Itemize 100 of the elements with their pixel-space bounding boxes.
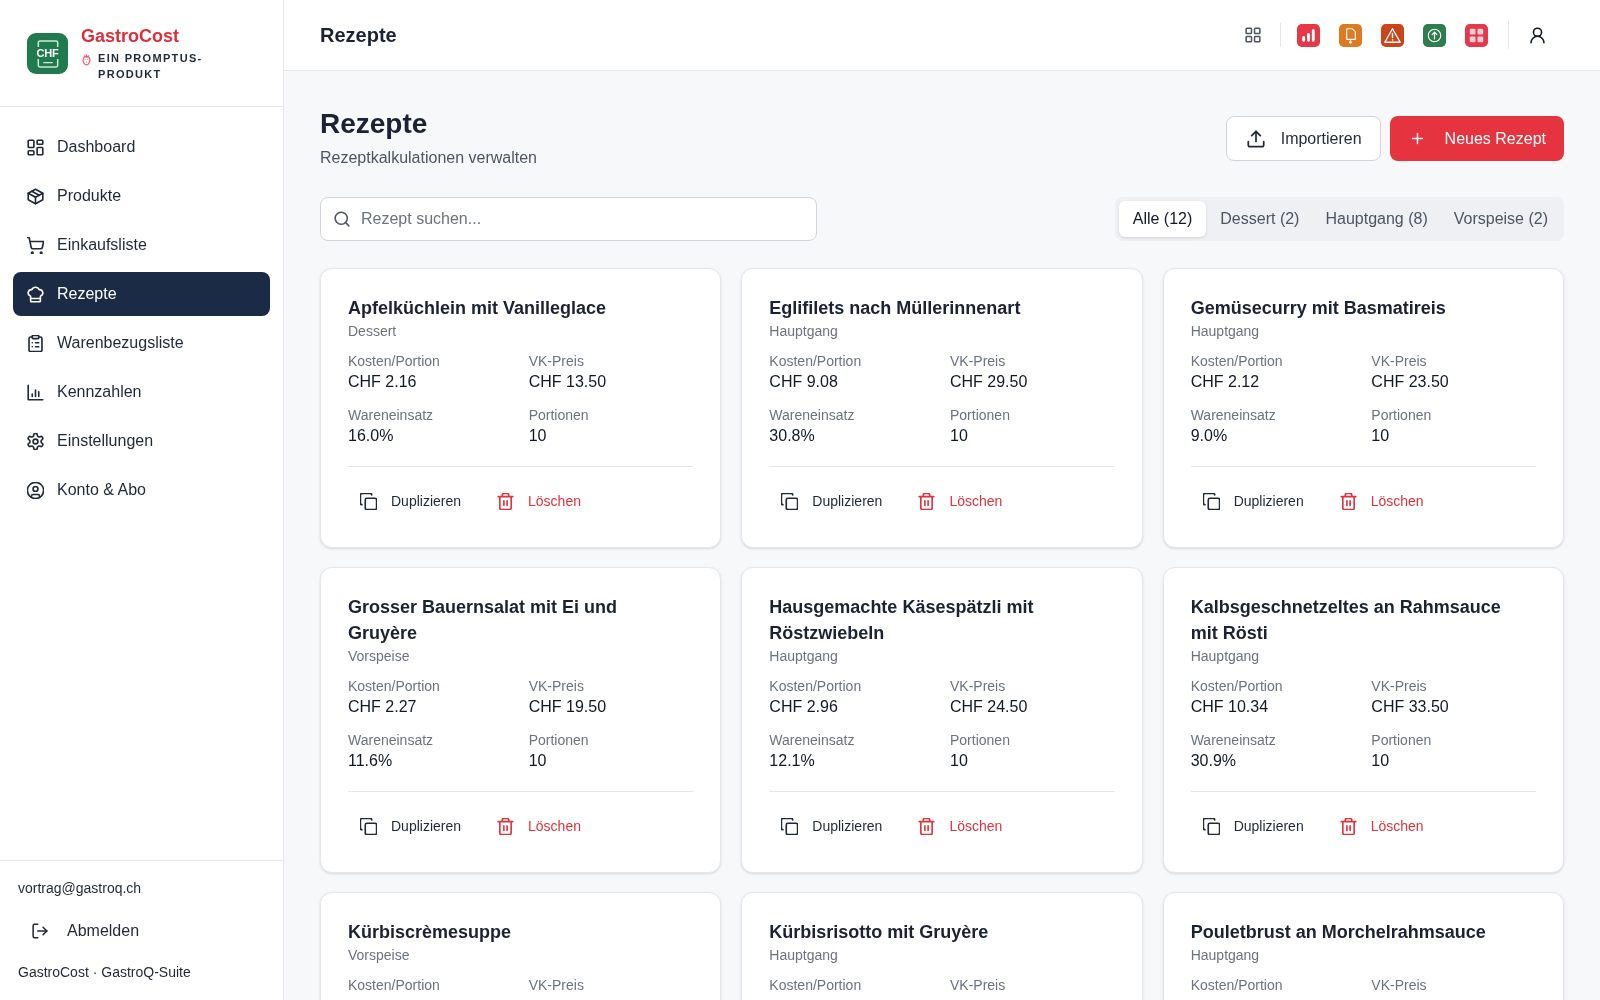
bar-chart-icon xyxy=(27,383,44,401)
sidebar-item[interactable]: Rezepte xyxy=(13,272,270,316)
search-field[interactable]: Rezept suchen... xyxy=(320,197,817,241)
duplicate-button[interactable]: Duplizieren xyxy=(348,483,474,519)
stat-value: 30.9% xyxy=(1190,751,1238,771)
sidebar-item[interactable]: Produkte xyxy=(13,174,270,218)
stat-value: CHF 23.50 xyxy=(1371,372,1450,392)
sidebar-item[interactable]: Dashboard xyxy=(13,125,270,169)
strawberry-icon xyxy=(81,52,92,66)
chef-hat-icon xyxy=(27,285,44,303)
duplicate-button[interactable]: Duplizieren xyxy=(1190,483,1316,519)
copy-icon xyxy=(781,817,799,835)
warning-app-icon[interactable] xyxy=(1381,23,1404,47)
filter-tab[interactable]: Vorspeise (2) xyxy=(1441,201,1560,237)
stat-value: 30.8% xyxy=(769,426,816,446)
sidebar-item[interactable]: Einkaufsliste xyxy=(13,223,270,267)
upload-app-icon[interactable] xyxy=(1423,23,1446,47)
filter-tab[interactable]: Dessert (2) xyxy=(1208,201,1312,237)
recipe-category: Hauptgang xyxy=(1190,946,1261,965)
stat-value: 16.0% xyxy=(348,426,395,446)
recipe-title: Grosser Bauernsalat mit Ei und Gruyère xyxy=(348,596,619,645)
filter-tab[interactable]: Alle (12) xyxy=(1118,201,1207,237)
stat-value: CHF 33.50 xyxy=(1371,697,1450,717)
recipe-category: Hauptgang xyxy=(1190,322,1261,341)
stat-label: VK-Preis xyxy=(950,976,1007,995)
stat-label: Kosten/Portion xyxy=(348,976,441,995)
recipe-title: Kalbsgeschnetzeltes an Rahmsauce mit Rösti xyxy=(1190,596,1502,645)
stat-label: Kosten/Portion xyxy=(1190,677,1284,696)
stat-label: VK-Preis xyxy=(1371,976,1428,995)
stat-value: CHF 13.50 xyxy=(528,372,608,392)
trash-icon xyxy=(1339,817,1357,835)
copy-icon xyxy=(360,492,377,510)
stat-value: 10 xyxy=(950,751,969,771)
stat-label: Portionen xyxy=(950,731,1011,750)
trash-icon xyxy=(1339,492,1357,510)
footer-text: GastroCost · GastroQ-Suite xyxy=(18,963,192,982)
logo-text: CHF xyxy=(35,47,60,59)
stat-label: Wareneinsatz xyxy=(769,406,856,425)
stat-value: 12.1% xyxy=(769,751,816,771)
stat-label: VK-Preis xyxy=(1371,352,1428,371)
duplicate-button[interactable]: Duplizieren xyxy=(1190,808,1316,844)
stat-value: 10 xyxy=(1371,751,1391,771)
logout-button[interactable]: Abmelden xyxy=(18,911,265,951)
stat-label: Kosten/Portion xyxy=(769,976,863,995)
upload-icon xyxy=(1246,129,1265,148)
app-tagline: EIN PROMPTUS-PRODUKT xyxy=(98,50,204,82)
package-icon xyxy=(27,187,44,205)
stat-label: Portionen xyxy=(528,731,590,750)
recipe-title: Kürbiscrèmesuppe xyxy=(348,921,513,944)
copy-icon xyxy=(1202,817,1220,835)
plus-icon xyxy=(1409,131,1425,146)
stat-value: CHF 19.50 xyxy=(528,697,608,717)
grid-app-icon[interactable] xyxy=(1465,23,1488,47)
sidebar-item[interactable]: Kennzahlen xyxy=(13,370,270,414)
delete-button[interactable]: Löschen xyxy=(485,483,593,519)
stat-label: Wareneinsatz xyxy=(769,731,856,750)
settings-icon xyxy=(27,432,44,450)
duplicate-button[interactable]: Duplizieren xyxy=(769,483,895,519)
delete-button[interactable]: Löschen xyxy=(906,808,1015,844)
chart-app-icon[interactable] xyxy=(1297,23,1320,47)
header-title: Rezepte xyxy=(320,23,397,48)
document-app-icon[interactable] xyxy=(1339,23,1362,47)
sidebar-item[interactable]: Einstellungen xyxy=(13,419,270,463)
duplicate-button[interactable]: Duplizieren xyxy=(769,808,895,844)
recipe-category: Dessert xyxy=(348,322,398,341)
recipe-category: Hauptgang xyxy=(769,647,839,666)
stat-label: Wareneinsatz xyxy=(1190,406,1277,425)
recipe-title: Apfelküchlein mit Vanilleglace xyxy=(348,297,608,320)
sidebar-item[interactable]: Konto & Abo xyxy=(13,468,270,512)
new-recipe-button[interactable]: Neues Rezept xyxy=(1389,116,1564,161)
import-button[interactable]: Importieren xyxy=(1225,116,1381,161)
page-subtitle: Rezeptkalkulationen verwalten xyxy=(320,148,537,168)
sidebar-item[interactable]: Warenbezugsliste xyxy=(13,321,270,365)
grid-icon xyxy=(1245,27,1261,43)
stat-label: Wareneinsatz xyxy=(348,406,435,425)
delete-button[interactable]: Löschen xyxy=(485,808,593,844)
stat-label: Kosten/Portion xyxy=(348,352,441,371)
delete-button[interactable]: Löschen xyxy=(1327,483,1436,519)
recipe-category: Hauptgang xyxy=(769,322,839,341)
stat-label: VK-Preis xyxy=(528,677,585,696)
delete-button[interactable]: Löschen xyxy=(906,483,1015,519)
duplicate-button[interactable]: Duplizieren xyxy=(348,808,474,844)
filter-tab[interactable]: Hauptgang (8) xyxy=(1313,201,1440,237)
trash-icon xyxy=(918,492,936,510)
dashboard-icon xyxy=(27,138,44,156)
stat-label: Portionen xyxy=(528,406,590,425)
recipe-title: Eglifilets nach Müllerinnenart xyxy=(769,297,1022,320)
stat-label: Wareneinsatz xyxy=(1190,731,1277,750)
recipe-category: Vorspeise xyxy=(348,946,411,965)
trash-icon xyxy=(497,817,515,835)
recipe-category: Hauptgang xyxy=(769,946,839,965)
stat-value: 10 xyxy=(1371,426,1391,446)
stat-label: Wareneinsatz xyxy=(348,731,435,750)
stat-label: Kosten/Portion xyxy=(769,677,863,696)
delete-button[interactable]: Löschen xyxy=(1327,808,1436,844)
recipe-category: Hauptgang xyxy=(1190,647,1261,666)
page-title: Rezepte xyxy=(320,107,429,141)
logout-icon xyxy=(32,923,48,939)
stat-value: 10 xyxy=(528,751,548,771)
stat-value: CHF 2.16 xyxy=(348,372,418,392)
